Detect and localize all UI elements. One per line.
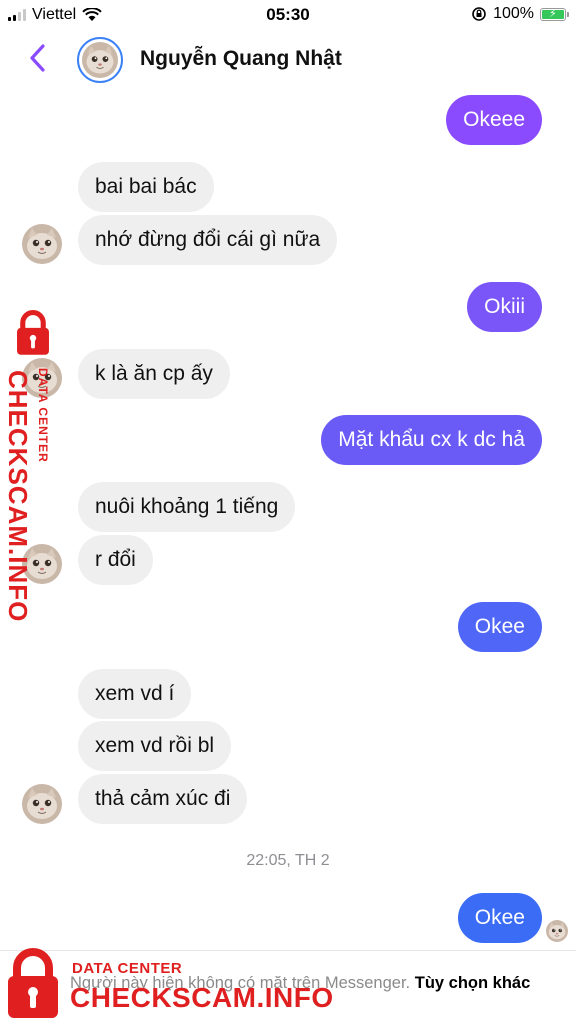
contact-name[interactable]: Nguyễn Quang Nhật <box>140 47 342 71</box>
orientation-lock-icon <box>472 7 486 21</box>
message-bubble-outgoing[interactable]: Okiii <box>467 282 542 332</box>
more-options-link[interactable]: Tùy chọn khác <box>415 974 531 992</box>
message-bubble-outgoing[interactable]: Mặt khẩu cx k dc hả <box>321 415 542 465</box>
message-bubble-incoming[interactable]: xem vd í <box>78 669 192 719</box>
sender-avatar <box>22 224 62 264</box>
status-right: 100% ⚡ <box>471 5 569 23</box>
message-timestamp: 22:05, TH 2 <box>246 852 330 869</box>
contact-avatar[interactable] <box>77 37 123 83</box>
seen-avatar <box>546 920 568 942</box>
message-bubble-outgoing[interactable]: Okee <box>457 893 542 943</box>
chat-header: Nguyễn Quang Nhật <box>0 30 576 90</box>
message-bubble-incoming[interactable]: r đổi <box>78 535 153 585</box>
unavailable-notice: Người này hiện không có mặt trên Messeng… <box>70 971 540 995</box>
unavailable-text: Người này hiện không có mặt trên Messeng… <box>70 974 411 992</box>
back-chevron-icon[interactable] <box>26 42 50 74</box>
message-bubble-incoming[interactable]: thả cảm xúc đi <box>78 774 248 824</box>
watermark-site-vertical: CHECKSCAM.INFO <box>3 370 33 623</box>
status-bar: Viettel 05:30 100% ⚡ <box>0 0 576 30</box>
battery-percent: 100% <box>493 5 534 22</box>
sender-avatar <box>22 784 62 824</box>
message-bubble-incoming[interactable]: nhớ đừng đổi cái gì nữa <box>78 215 338 265</box>
message-bubble-incoming[interactable]: xem vd rồi bl <box>78 721 232 771</box>
lock-icon <box>4 310 62 356</box>
message-bubble-incoming[interactable]: bai bai bác <box>78 162 214 212</box>
message-bubble-incoming[interactable]: k là ăn cp ấy <box>78 349 230 399</box>
message-bubble-outgoing[interactable]: Okeee <box>446 95 542 145</box>
message-bubble-incoming[interactable]: nuôi khoảng 1 tiếng <box>78 482 296 532</box>
watermark-label-vertical: DATA CENTER <box>36 368 50 463</box>
watermark-side: CHECKSCAM.INFO DATA CENTER <box>2 310 62 622</box>
unavailable-footer: Người này hiện không có mặt trên Messeng… <box>0 950 576 1025</box>
battery-icon: ⚡ <box>540 7 569 21</box>
message-bubble-outgoing[interactable]: Okee <box>457 602 542 652</box>
